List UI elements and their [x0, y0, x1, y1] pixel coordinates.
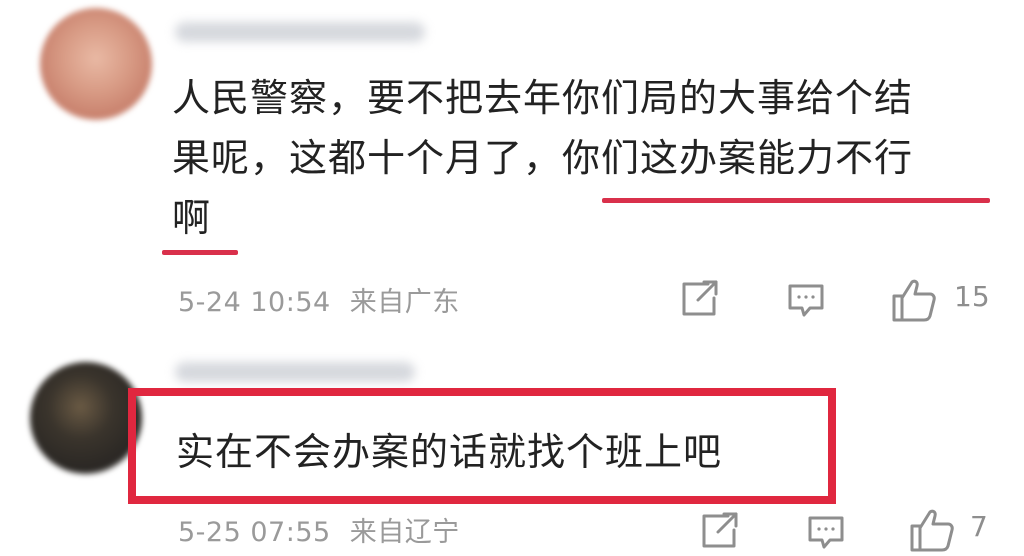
like-count: 7 [970, 510, 988, 543]
reply-button[interactable] [786, 280, 826, 320]
like-button[interactable] [908, 506, 956, 554]
like-button[interactable] [890, 276, 938, 324]
comment-item: 实在不会办案的话就找个班上吧 5-25 07:55 来自辽宁 7 [0, 340, 1024, 556]
share-button[interactable] [678, 278, 720, 320]
share-icon [702, 512, 738, 548]
comment-icon [788, 284, 824, 317]
location: 来自广东 [349, 287, 460, 318]
avatar[interactable] [40, 8, 152, 120]
timestamp: 5-24 10:54 [178, 287, 331, 318]
thumbs-up-icon [892, 279, 936, 322]
thumbs-up-icon [910, 509, 954, 552]
like-count: 15 [954, 280, 990, 313]
comment-text-line: 啊 [172, 196, 212, 240]
username-blurred[interactable] [175, 362, 415, 382]
username-blurred[interactable] [175, 22, 425, 42]
comment-item: 人民警察，要不把去年你们局的大事给个结 果呢，这都十个月了，你们这办案能力不行 … [0, 0, 1024, 340]
comment-text-line: 人民警察，要不把去年你们局的大事给个结 [172, 76, 914, 120]
comment-text-line: 果呢，这都十个月了，你们这办案能力不行 [172, 136, 914, 180]
comment-meta: 5-24 10:54 来自广东 [178, 280, 460, 319]
comment-icon [808, 516, 844, 549]
reply-button[interactable] [806, 512, 846, 552]
timestamp: 5-25 07:55 [178, 517, 331, 548]
comment-meta: 5-25 07:55 来自辽宁 [178, 510, 460, 549]
red-underline-annotation [162, 250, 238, 255]
red-underline-annotation [602, 198, 990, 203]
share-icon [682, 280, 718, 316]
share-button[interactable] [698, 510, 740, 552]
location: 来自辽宁 [349, 517, 460, 548]
comment-text: 实在不会办案的话就找个班上吧 [176, 430, 723, 474]
avatar[interactable] [30, 362, 142, 474]
